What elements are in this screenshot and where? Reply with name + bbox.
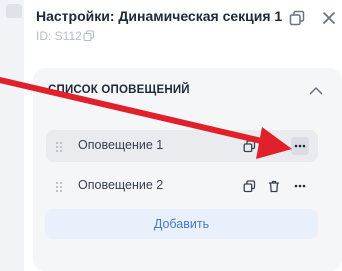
chevron-up-icon[interactable]: [307, 82, 325, 98]
panel-title: Настройки: Динамическая секция 1: [36, 8, 283, 24]
popout-window-icon[interactable]: [288, 9, 306, 27]
notification-label: Оповещение 2: [78, 178, 164, 192]
notifications-section: СПИСОК ОПОВЕЩЕНИЙ Оповещение 1 Оповещени…: [33, 68, 342, 271]
panel-id: ID: S112: [36, 29, 95, 43]
sidebar-strip-mark: [6, 4, 22, 18]
add-notification-button[interactable]: Добавить: [45, 209, 318, 239]
copy-icon[interactable]: [240, 137, 258, 155]
notification-item[interactable]: Оповещение 2: [46, 170, 318, 202]
more-horizontal-icon[interactable]: [291, 137, 309, 155]
notification-label: Оповещение 1: [78, 138, 164, 152]
panel-id-label: ID: S112: [36, 29, 82, 43]
drag-handle-icon[interactable]: [55, 140, 63, 153]
notification-item[interactable]: Оповещение 1: [46, 130, 318, 162]
left-sidebar-strip: [0, 0, 24, 271]
trash-icon[interactable]: [265, 137, 283, 155]
drag-handle-icon[interactable]: [55, 180, 63, 193]
trash-icon[interactable]: [265, 177, 283, 195]
copy-id-icon[interactable]: [83, 30, 95, 42]
copy-icon[interactable]: [240, 177, 258, 195]
more-horizontal-icon[interactable]: [291, 177, 309, 195]
section-title: СПИСОК ОПОВЕЩЕНИЙ: [48, 84, 190, 96]
close-icon[interactable]: [320, 9, 338, 27]
